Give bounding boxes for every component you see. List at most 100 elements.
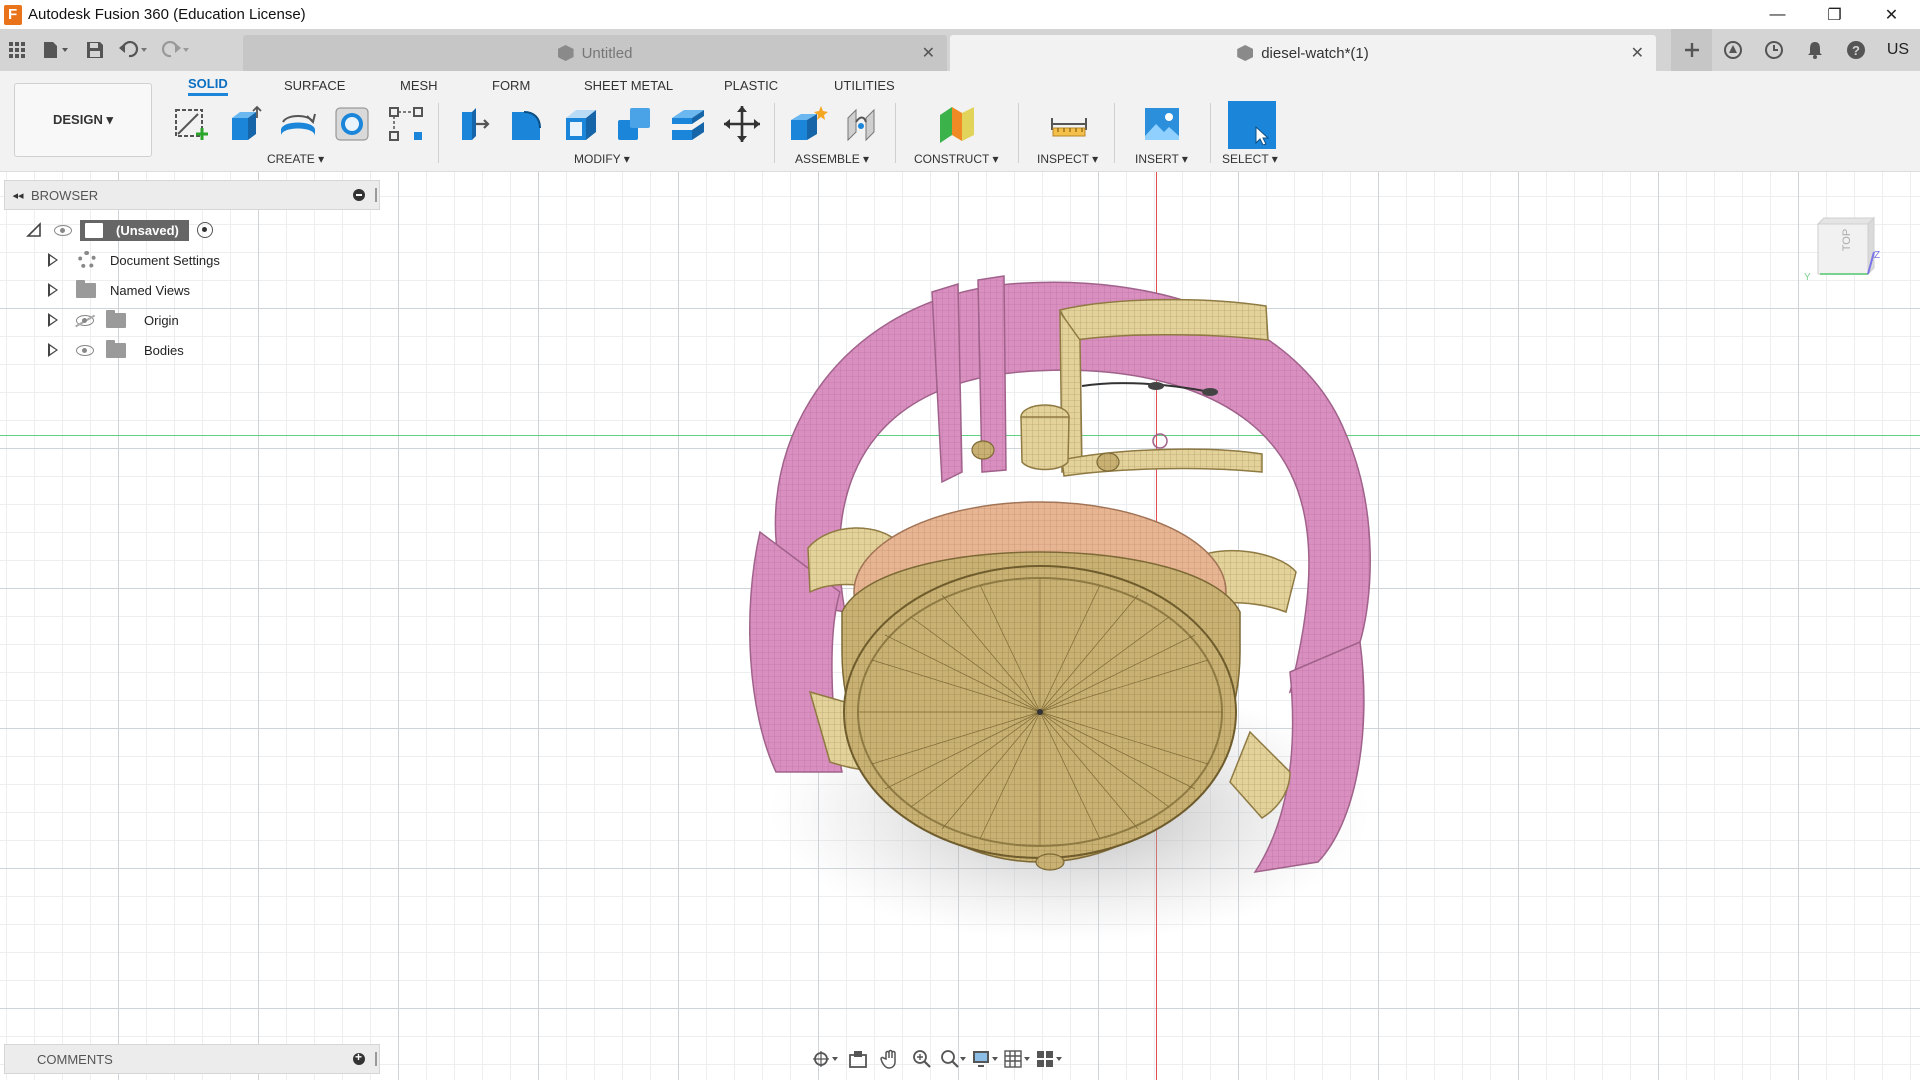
pan-hand-icon[interactable] [874, 1046, 906, 1072]
display-settings-icon[interactable] [970, 1046, 1002, 1072]
job-status-clock-icon[interactable] [1753, 29, 1794, 71]
folder-icon [106, 309, 126, 328]
collapse-browser-icon[interactable]: ◂◂ [5, 189, 31, 202]
inspect-menu[interactable]: INSPECT ▾ [1037, 152, 1098, 166]
revolve-tool-icon[interactable] [275, 101, 321, 147]
viewports-layout-icon[interactable] [1034, 1046, 1066, 1072]
expand-arrow-icon[interactable] [48, 313, 58, 327]
tab-solid[interactable]: SOLID [188, 74, 228, 96]
construct-menu[interactable]: CONSTRUCT ▾ [914, 152, 998, 166]
restore-button[interactable]: ❐ [1806, 0, 1863, 29]
tab-diesel-watch[interactable]: diesel-watch*(1) ✕ [950, 35, 1656, 71]
comments-resize-grip[interactable] [375, 1052, 377, 1066]
grid-snap-settings-icon[interactable] [1002, 1046, 1034, 1072]
save-icon[interactable] [78, 29, 112, 71]
look-at-icon[interactable] [842, 1046, 874, 1072]
window-controls: — ❐ ✕ [1749, 0, 1920, 29]
move-copy-tool-icon[interactable] [719, 101, 765, 147]
orbit-icon[interactable] [810, 1046, 842, 1072]
help-icon[interactable]: ? [1835, 29, 1876, 71]
ribbon-toolbar: DESIGN ▾ SOLID SURFACE MESH FORM SHEET M… [0, 71, 1920, 172]
undo-icon[interactable] [112, 29, 156, 71]
press-pull-tool-icon[interactable] [449, 101, 495, 147]
browser-item-origin[interactable]: Origin [48, 306, 179, 334]
zoom-icon[interactable] [906, 1046, 938, 1072]
tab-surface[interactable]: SURFACE [284, 74, 345, 96]
pattern-tool-icon[interactable] [383, 101, 429, 147]
joint-tool-icon[interactable] [839, 101, 885, 147]
3d-viewport[interactable]: TOP Y Z [0, 172, 1920, 1080]
comments-title: COMMENTS [37, 1051, 113, 1067]
activate-component-icon[interactable] [196, 222, 213, 238]
tab-form[interactable]: FORM [492, 74, 530, 96]
strap-hole [1202, 388, 1218, 396]
create-menu[interactable]: CREATE ▾ [267, 152, 324, 166]
new-component-tool-icon[interactable] [785, 101, 831, 147]
browser-resize-grip[interactable] [375, 188, 377, 202]
document-cube-icon [557, 45, 574, 61]
tab-utilities[interactable]: UTILITIES [834, 74, 895, 96]
combine-tool-icon[interactable] [611, 101, 657, 147]
visibility-eye-icon[interactable] [76, 344, 94, 356]
browser-minimize-icon[interactable] [353, 189, 365, 201]
tab-untitled[interactable]: Untitled ✕ [243, 35, 947, 71]
extrude-tool-icon[interactable] [221, 101, 267, 147]
offset-face-tool-icon[interactable] [665, 101, 711, 147]
fit-zoom-window-icon[interactable] [938, 1046, 970, 1072]
expand-arrow-icon[interactable] [48, 283, 58, 297]
shell-tool-icon[interactable] [557, 101, 603, 147]
workspace-switcher-design[interactable]: DESIGN ▾ [14, 83, 152, 157]
browser-item-document-settings[interactable]: Document Settings [48, 246, 220, 274]
browser-panel-header[interactable]: ◂◂ BROWSER [4, 180, 380, 210]
root-component-label[interactable]: (Unsaved) [80, 219, 189, 241]
close-tab-untitled-icon[interactable]: ✕ [922, 43, 935, 63]
watch-model[interactable] [0, 172, 1920, 1080]
user-account-avatar[interactable]: US [1880, 32, 1916, 68]
extensions-icon[interactable] [1712, 29, 1753, 71]
toolbar-divider [1114, 103, 1115, 163]
close-button[interactable]: ✕ [1863, 0, 1920, 29]
expand-arrow-icon[interactable] [48, 343, 58, 357]
watch-pusher [971, 440, 995, 460]
comments-panel-header[interactable]: COMMENTS [4, 1044, 380, 1074]
close-tab-diesel-watch-icon[interactable]: ✕ [1631, 43, 1644, 63]
file-menu-icon[interactable] [34, 29, 78, 71]
collapse-triangle-icon[interactable] [26, 222, 42, 238]
fillet-tool-icon[interactable] [503, 101, 549, 147]
hidden-eye-icon[interactable] [76, 314, 94, 326]
assemble-menu[interactable]: ASSEMBLE ▾ [795, 152, 869, 166]
insert-menu[interactable]: INSERT ▾ [1135, 152, 1188, 166]
select-menu[interactable]: SELECT ▾ [1222, 152, 1278, 166]
view-cube-y-axis-label: Y [1804, 272, 1811, 283]
redo-icon[interactable] [156, 29, 196, 71]
insert-image-tool-icon[interactable] [1139, 101, 1185, 147]
strap-keeper [931, 282, 963, 484]
buckle-top [1058, 298, 1269, 341]
create-sketch-tool-icon[interactable] [167, 101, 213, 147]
visibility-eye-icon[interactable] [54, 224, 72, 236]
measure-tool-icon[interactable] [1046, 101, 1092, 147]
browser-root-row[interactable]: (Unsaved) [26, 216, 213, 244]
minimize-button[interactable]: — [1749, 0, 1806, 29]
data-panel-grid-icon[interactable] [0, 29, 34, 71]
root-component-name: (Unsaved) [116, 222, 179, 238]
hole-tool-icon[interactable] [329, 101, 375, 147]
view-cube[interactable]: TOP Y Z [1804, 214, 1880, 288]
watch-pusher [1096, 452, 1120, 472]
title-bar: Autodesk Fusion 360 (Education License) … [0, 0, 1920, 29]
offset-plane-tool-icon[interactable] [934, 101, 980, 147]
browser-item-bodies[interactable]: Bodies [48, 336, 184, 364]
notifications-bell-icon[interactable] [1794, 29, 1835, 71]
add-comment-icon[interactable] [353, 1050, 365, 1065]
browser-item-named-views[interactable]: Named Views [48, 276, 190, 304]
expand-arrow-icon[interactable] [48, 253, 58, 267]
modify-menu[interactable]: MODIFY ▾ [574, 152, 630, 166]
component-doc-icon [84, 221, 104, 239]
tab-sheet-metal[interactable]: SHEET METAL [584, 74, 673, 96]
view-cube-face-top[interactable]: TOP [1841, 229, 1853, 251]
select-tool-icon[interactable] [1228, 101, 1276, 149]
tab-mesh[interactable]: MESH [400, 74, 438, 96]
gear-icon [78, 251, 96, 269]
tab-plastic[interactable]: PLASTIC [724, 74, 778, 96]
new-tab-plus-icon[interactable] [1671, 29, 1712, 71]
